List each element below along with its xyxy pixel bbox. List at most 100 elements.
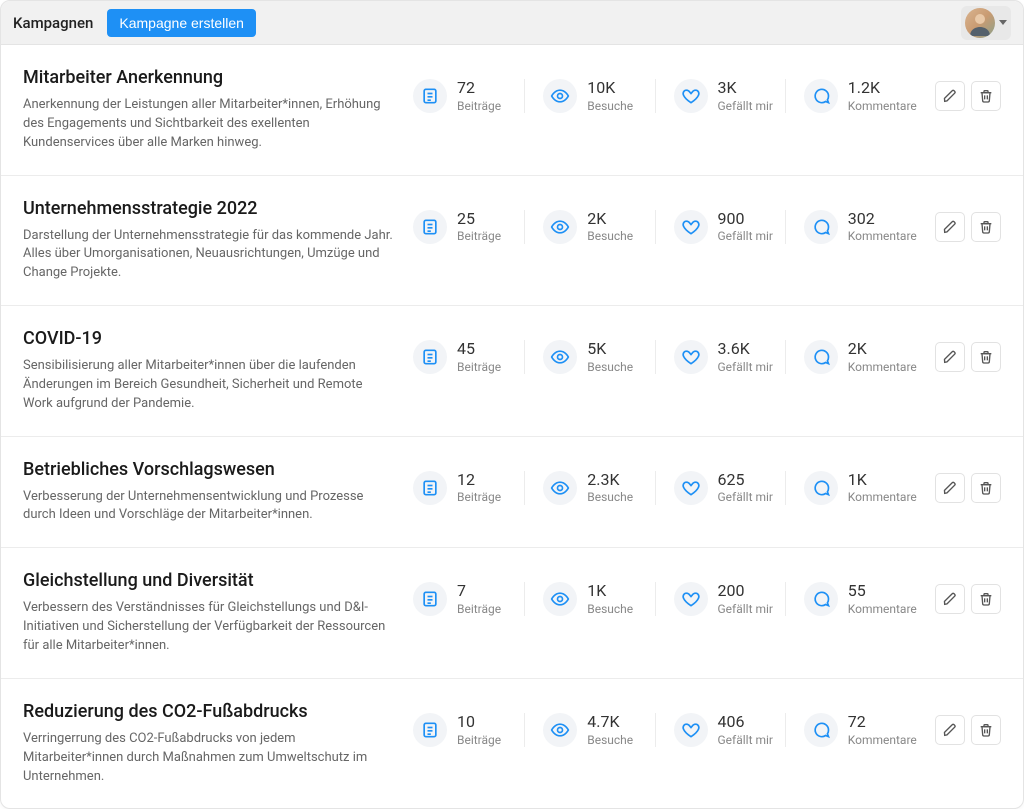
- stat-value: 12: [457, 471, 501, 489]
- delete-button[interactable]: [971, 212, 1001, 242]
- comment-icon: [804, 713, 838, 747]
- stat-comments: 2K Kommentare: [785, 340, 915, 374]
- delete-button[interactable]: [971, 81, 1001, 111]
- delete-button[interactable]: [971, 715, 1001, 745]
- stat-value: 1.2K: [848, 79, 917, 97]
- stat-value: 45: [457, 340, 501, 358]
- eye-icon: [543, 582, 577, 616]
- stat-posts: 12 Beiträge: [403, 471, 524, 505]
- stat-label: Besuche: [587, 733, 633, 747]
- stat-value: 406: [718, 713, 773, 731]
- stat-label: Kommentare: [848, 602, 917, 616]
- stat-label: Kommentare: [848, 229, 917, 243]
- campaign-row: Mitarbeiter Anerkennung Anerkennung der …: [1, 45, 1023, 176]
- delete-button[interactable]: [971, 473, 1001, 503]
- stat-visits: 5K Besuche: [524, 340, 654, 374]
- document-icon: [413, 713, 447, 747]
- campaign-row: Unternehmensstrategie 2022 Darstellung d…: [1, 176, 1023, 307]
- stat-value: 2K: [587, 210, 633, 228]
- eye-icon: [543, 713, 577, 747]
- stat-posts: 25 Beiträge: [403, 210, 524, 244]
- stat-label: Gefällt mir: [718, 360, 773, 374]
- campaign-desc: Anerkennung der Leistungen aller Mitarbe…: [23, 96, 393, 153]
- stat-posts: 72 Beiträge: [403, 79, 524, 113]
- stat-label: Gefällt mir: [718, 490, 773, 504]
- campaign-stats: 45 Beiträge 5K Besuche 3.6K Gefällt mir: [403, 328, 915, 374]
- row-actions: [935, 570, 1001, 614]
- user-menu[interactable]: [961, 6, 1011, 40]
- stat-label: Besuche: [587, 99, 633, 113]
- stat-label: Beiträge: [457, 490, 501, 504]
- comment-icon: [804, 340, 838, 374]
- comment-icon: [804, 582, 838, 616]
- eye-icon: [543, 79, 577, 113]
- stat-value: 10: [457, 713, 501, 731]
- stat-label: Besuche: [587, 602, 633, 616]
- delete-button[interactable]: [971, 342, 1001, 372]
- stat-label: Gefällt mir: [718, 733, 773, 747]
- stat-value: 3.6K: [718, 340, 773, 358]
- stat-comments: 72 Kommentare: [785, 713, 915, 747]
- comment-icon: [804, 210, 838, 244]
- eye-icon: [543, 471, 577, 505]
- campaign-list: Mitarbeiter Anerkennung Anerkennung der …: [1, 45, 1023, 808]
- edit-button[interactable]: [935, 81, 965, 111]
- edit-button[interactable]: [935, 212, 965, 242]
- delete-button[interactable]: [971, 584, 1001, 614]
- stat-visits: 1K Besuche: [524, 582, 654, 616]
- heart-icon: [674, 340, 708, 374]
- campaign-stats: 12 Beiträge 2.3K Besuche 625 Gefällt mir: [403, 459, 915, 505]
- stat-visits: 10K Besuche: [524, 79, 654, 113]
- comment-icon: [804, 471, 838, 505]
- stat-label: Gefällt mir: [718, 602, 773, 616]
- stat-value: 55: [848, 582, 917, 600]
- edit-button[interactable]: [935, 584, 965, 614]
- stat-value: 25: [457, 210, 501, 228]
- campaign-stats: 25 Beiträge 2K Besuche 900 Gefällt mir: [403, 198, 915, 244]
- stat-value: 2.3K: [587, 471, 633, 489]
- campaign-stats: 10 Beiträge 4.7K Besuche 406 Gefällt mir: [403, 701, 915, 747]
- stat-value: 5K: [587, 340, 633, 358]
- stat-label: Beiträge: [457, 733, 501, 747]
- campaign-title: Unternehmensstrategie 2022: [23, 198, 393, 219]
- stat-comments: 302 Kommentare: [785, 210, 915, 244]
- edit-button[interactable]: [935, 473, 965, 503]
- heart-icon: [674, 79, 708, 113]
- stat-value: 625: [718, 471, 773, 489]
- stat-visits: 2.3K Besuche: [524, 471, 654, 505]
- campaign-info: COVID-19 Sensibilisierung aller Mitarbei…: [23, 328, 393, 414]
- campaign-info: Reduzierung des CO2-Fußabdrucks Verringe…: [23, 701, 393, 787]
- campaign-info: Mitarbeiter Anerkennung Anerkennung der …: [23, 67, 393, 153]
- create-campaign-button[interactable]: Kampagne erstellen: [107, 9, 256, 37]
- campaign-stats: 72 Beiträge 10K Besuche 3K Gefällt mir: [403, 67, 915, 113]
- stat-label: Besuche: [587, 490, 633, 504]
- stat-posts: 45 Beiträge: [403, 340, 524, 374]
- campaign-desc: Darstellung der Unternehmensstrategie fü…: [23, 227, 393, 284]
- stat-label: Gefällt mir: [718, 229, 773, 243]
- page-title: Kampagnen: [13, 14, 93, 32]
- campaign-info: Gleichstellung und Diversität Verbessern…: [23, 570, 393, 656]
- edit-button[interactable]: [935, 715, 965, 745]
- row-actions: [935, 701, 1001, 745]
- document-icon: [413, 340, 447, 374]
- heart-icon: [674, 210, 708, 244]
- comment-icon: [804, 79, 838, 113]
- stat-comments: 55 Kommentare: [785, 582, 915, 616]
- campaign-row: Betriebliches Vorschlagswesen Verbesseru…: [1, 437, 1023, 549]
- row-actions: [935, 459, 1001, 503]
- stat-value: 7: [457, 582, 501, 600]
- stat-comments: 1K Kommentare: [785, 471, 915, 505]
- stat-value: 10K: [587, 79, 633, 97]
- stat-likes: 3.6K Gefällt mir: [655, 340, 785, 374]
- stat-visits: 2K Besuche: [524, 210, 654, 244]
- document-icon: [413, 582, 447, 616]
- chevron-down-icon: [999, 20, 1007, 25]
- row-actions: [935, 328, 1001, 372]
- heart-icon: [674, 713, 708, 747]
- stat-comments: 1.2K Kommentare: [785, 79, 915, 113]
- stat-label: Kommentare: [848, 99, 917, 113]
- campaign-stats: 7 Beiträge 1K Besuche 200 Gefällt mir: [403, 570, 915, 616]
- stat-label: Kommentare: [848, 360, 917, 374]
- edit-button[interactable]: [935, 342, 965, 372]
- heart-icon: [674, 582, 708, 616]
